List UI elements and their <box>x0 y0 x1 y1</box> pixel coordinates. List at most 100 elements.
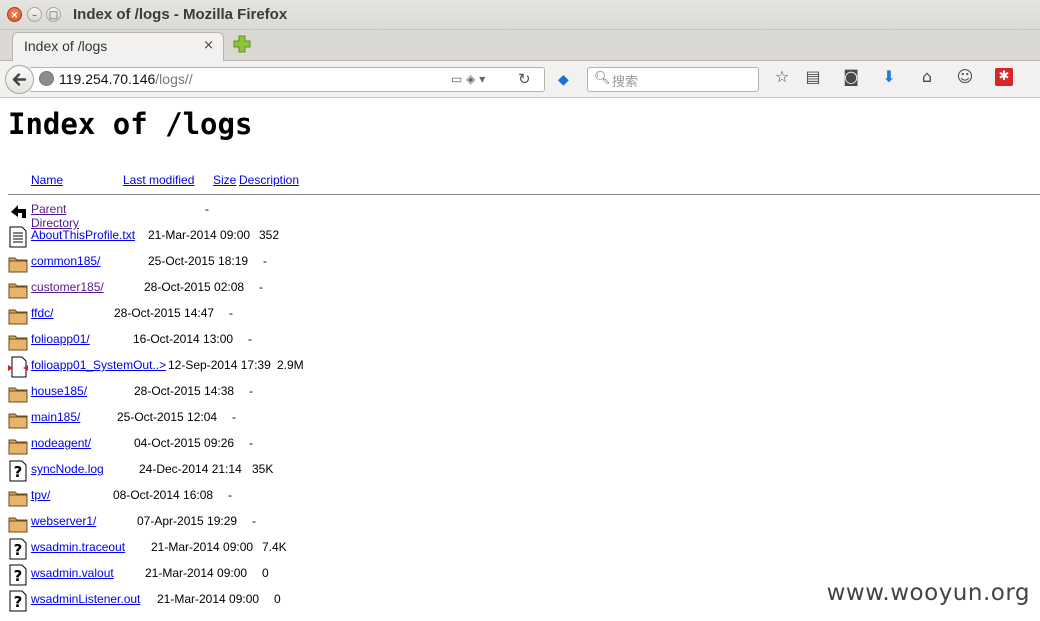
last-modified: 24-Dec-2014 21:14 <box>139 462 242 476</box>
file-size: - <box>232 410 236 424</box>
file-size: - <box>205 202 209 216</box>
svg-text:?: ? <box>14 463 23 481</box>
window-minimize-button[interactable]: – <box>27 7 42 22</box>
file-size: - <box>249 436 253 450</box>
folder-icon <box>8 330 28 352</box>
page-content: Index of /logs Name Last modified Size D… <box>0 98 1040 621</box>
file-link[interactable]: main185/ <box>31 410 80 424</box>
last-modified: 21-Mar-2014 09:00 <box>151 540 254 554</box>
addon-red-icon[interactable]: ✱ <box>995 68 1013 86</box>
tab-label: Index of /logs <box>24 38 108 54</box>
search-placeholder: 搜索 <box>612 75 639 90</box>
file-size: - <box>248 332 252 346</box>
page-title: Index of /logs <box>8 107 253 141</box>
title-bar: × – □ Index of /logs - Mozilla Firefox <box>0 0 1040 30</box>
window-maximize-button[interactable]: □ <box>46 7 61 22</box>
tab-close-icon[interactable]: × <box>203 38 214 53</box>
reader-view-icon[interactable]: ▭ ◈ ▾ <box>451 72 485 86</box>
last-modified: 28-Oct-2015 14:38 <box>134 384 235 398</box>
file-size: - <box>249 384 253 398</box>
file-size: 2.9M <box>277 358 304 372</box>
window-close-button[interactable]: × <box>7 7 22 22</box>
file-size: - <box>263 254 267 268</box>
last-modified: 21-Mar-2014 09:00 <box>148 228 251 242</box>
back-arrow-icon <box>8 200 28 222</box>
file-link[interactable]: tpv/ <box>31 488 50 502</box>
folder-icon <box>8 408 28 430</box>
file-link[interactable]: nodeagent/ <box>31 436 91 450</box>
file-link[interactable]: house185/ <box>31 384 87 398</box>
last-modified: 21-Mar-2014 09:00 <box>145 566 248 580</box>
file-size: 0 <box>262 566 269 580</box>
back-arrow-icon <box>12 73 27 86</box>
file-link[interactable]: customer185/ <box>31 280 104 294</box>
extension-bird-icon[interactable]: ◆ <box>558 72 569 88</box>
file-size: - <box>259 280 263 294</box>
downloads-icon[interactable]: ⬇ <box>879 67 899 87</box>
last-modified: 08-Oct-2014 16:08 <box>113 488 214 502</box>
bookmark-star-icon[interactable]: ☆ <box>772 67 792 87</box>
last-modified: 21-Mar-2014 09:00 <box>157 592 260 606</box>
binary-file-icon <box>8 356 28 378</box>
file-size: 7.4K <box>262 540 287 554</box>
file-link[interactable]: webserver1/ <box>31 514 96 528</box>
svg-text:?: ? <box>14 567 23 585</box>
last-modified: 25-Oct-2015 18:19 <box>148 254 249 268</box>
folder-icon <box>8 434 28 456</box>
tab-index-of-logs[interactable]: Index of /logs × <box>12 32 224 62</box>
last-modified: 12-Sep-2014 17:39 <box>168 358 271 372</box>
svg-text:?: ? <box>14 541 23 559</box>
last-modified: 07-Apr-2015 19:29 <box>137 514 238 528</box>
search-icon: 🔍︎ <box>594 71 611 86</box>
reload-icon[interactable]: ↻ <box>518 70 531 88</box>
url-path: /logs// <box>155 71 193 87</box>
file-size: 352 <box>259 228 280 242</box>
pocket-icon[interactable]: ◙ <box>841 67 861 87</box>
file-size: - <box>252 514 256 528</box>
file-link[interactable]: folioapp01_SystemOut..> <box>31 358 166 372</box>
file-size: 35K <box>252 462 274 476</box>
sort-by-description-link[interactable]: Description <box>239 173 299 187</box>
new-tab-plus-icon[interactable] <box>233 35 251 53</box>
unknown-file-icon: ? <box>8 538 28 560</box>
file-link[interactable]: wsadminListener.out <box>31 592 140 606</box>
window-title: Index of /logs - Mozilla Firefox <box>73 6 288 23</box>
folder-icon <box>8 252 28 274</box>
file-link[interactable]: wsadmin.valout <box>31 566 114 580</box>
folder-icon <box>8 278 28 300</box>
file-size: - <box>229 306 233 320</box>
folder-icon <box>8 486 28 508</box>
smiley-feedback-icon[interactable]: ☺ <box>955 67 975 87</box>
watermark: www.wooyun.org <box>826 580 1030 606</box>
svg-text:?: ? <box>14 593 23 611</box>
file-link[interactable]: common185/ <box>31 254 100 268</box>
unknown-file-icon: ? <box>8 460 28 482</box>
file-size: 0 <box>274 592 281 606</box>
site-identity-globe-icon[interactable] <box>39 71 54 86</box>
folder-icon <box>8 382 28 404</box>
header-divider <box>8 194 1040 195</box>
text-file-icon <box>8 226 28 248</box>
back-button[interactable] <box>5 65 34 94</box>
tab-strip: Index of /logs × <box>0 30 1040 62</box>
folder-icon <box>8 304 28 326</box>
home-icon[interactable]: ⌂ <box>917 67 937 87</box>
file-link[interactable]: wsadmin.traceout <box>31 540 125 554</box>
file-link[interactable]: folioapp01/ <box>31 332 90 346</box>
folder-icon <box>8 512 28 534</box>
reading-list-icon[interactable]: ▤ <box>803 67 823 87</box>
file-link[interactable]: syncNode.log <box>31 462 104 476</box>
file-link[interactable]: Parent Directory <box>31 202 79 230</box>
file-link[interactable]: ffdc/ <box>31 306 53 320</box>
sort-by-modified-link[interactable]: Last modified <box>123 173 194 187</box>
sort-by-size-link[interactable]: Size <box>213 173 236 187</box>
url-text[interactable]: 119.254.70.146/logs// <box>59 71 193 87</box>
last-modified: 25-Oct-2015 12:04 <box>117 410 218 424</box>
url-host: 119.254.70.146 <box>59 71 156 87</box>
file-size: - <box>228 488 232 502</box>
last-modified: 28-Oct-2015 02:08 <box>144 280 245 294</box>
unknown-file-icon: ? <box>8 564 28 586</box>
last-modified: 28-Oct-2015 14:47 <box>114 306 215 320</box>
file-link[interactable]: AboutThisProfile.txt <box>31 228 135 242</box>
sort-by-name-link[interactable]: Name <box>31 173 63 187</box>
